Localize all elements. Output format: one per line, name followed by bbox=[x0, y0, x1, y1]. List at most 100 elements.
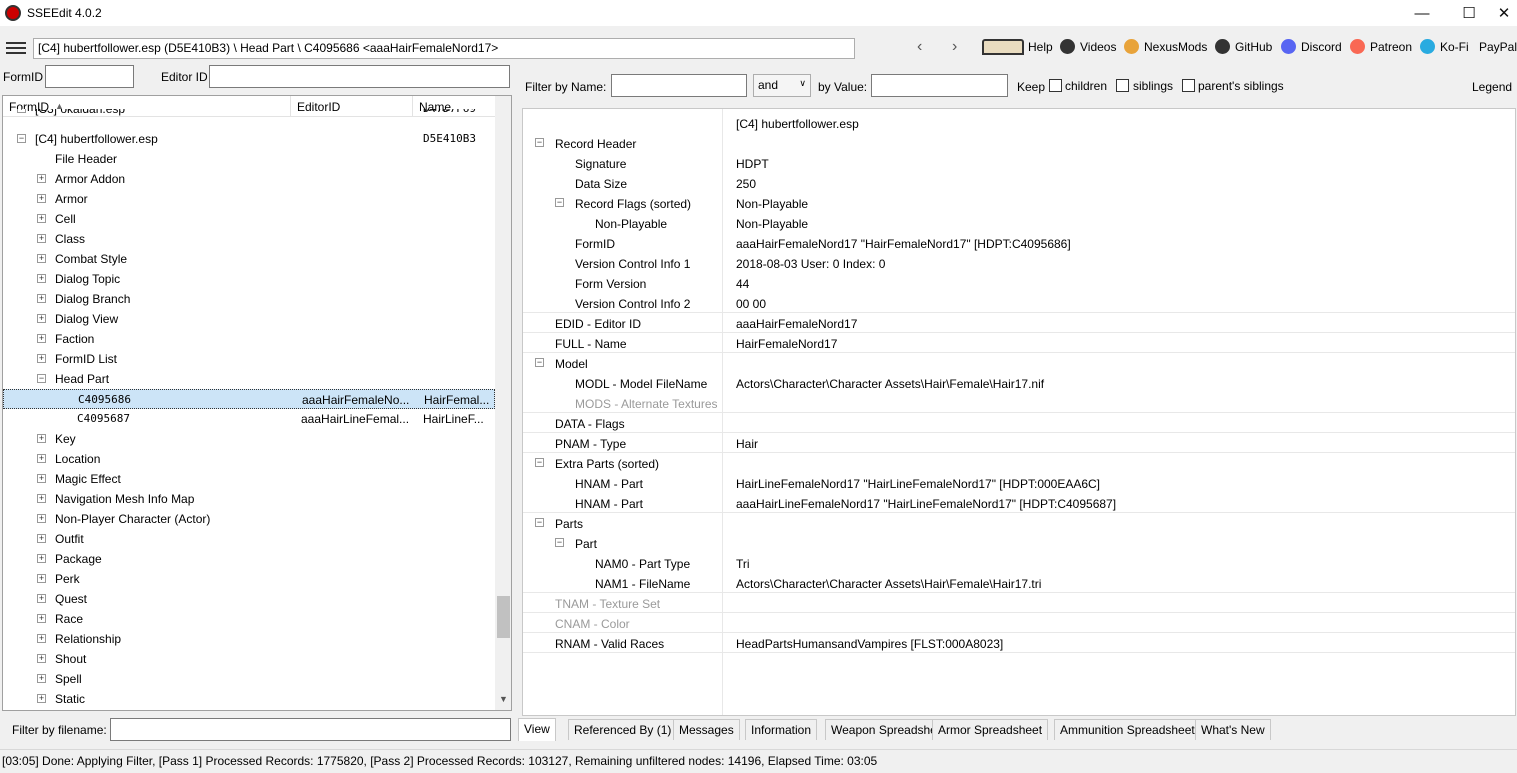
tree-row[interactable]: − Head Part bbox=[3, 369, 495, 389]
patreon-link[interactable]: Patreon bbox=[1350, 39, 1412, 54]
tree-row[interactable]: + Faction bbox=[3, 329, 495, 349]
tree-scrollbar[interactable]: ▼ bbox=[495, 96, 511, 710]
record-view[interactable]: [C4] hubertfollower.esp − Record Header Sig… bbox=[522, 108, 1516, 716]
tab-what-s-new[interactable]: What's New bbox=[1195, 719, 1271, 740]
tree-row[interactable]: + [C3] okaldan.esp D47D7F69 bbox=[3, 109, 495, 119]
filter-name-input[interactable] bbox=[611, 74, 747, 97]
legend-button[interactable]: Legend bbox=[1472, 80, 1512, 94]
tree-row[interactable]: + Relationship bbox=[3, 629, 495, 649]
tree-row[interactable]: + Perk bbox=[3, 569, 495, 589]
tree-row[interactable]: + Location bbox=[3, 449, 495, 469]
minimize-button[interactable]: — bbox=[1399, 0, 1445, 26]
collapse-icon[interactable]: − bbox=[535, 518, 544, 527]
view-row[interactable]: MODS - Alternate Textures bbox=[523, 393, 1515, 413]
record-tree[interactable]: FormID ▲ EditorID Name +[C3] okaldan.esp… bbox=[2, 95, 512, 711]
tree-row[interactable]: + Race bbox=[3, 609, 495, 629]
tree-row[interactable]: + Combat Style bbox=[3, 249, 495, 269]
tab-messages[interactable]: Messages bbox=[673, 719, 740, 740]
view-row[interactable]: − Record Header bbox=[523, 133, 1515, 153]
view-row[interactable]: Data Size 250 bbox=[523, 173, 1515, 193]
filter-operator-select[interactable]: and ∨ bbox=[753, 74, 811, 97]
back-arrow-icon[interactable]: ‹ bbox=[917, 38, 922, 56]
expand-icon[interactable]: + bbox=[37, 574, 46, 583]
tree-row[interactable]: + Outfit bbox=[3, 529, 495, 549]
tab-information[interactable]: Information bbox=[745, 719, 818, 740]
help-link[interactable]: Help bbox=[982, 39, 1053, 55]
expand-icon[interactable]: + bbox=[37, 494, 46, 503]
tree-row[interactable]: + Dialog Branch bbox=[3, 289, 495, 309]
expand-icon[interactable]: + bbox=[37, 614, 46, 623]
tree-row[interactable]: File Header bbox=[3, 149, 495, 169]
view-row[interactable]: FormID aaaHairFemaleNord17 "HairFemaleNor… bbox=[523, 233, 1515, 253]
view-row[interactable]: HNAM - Part HairLineFemaleNord17 "HairLin… bbox=[523, 473, 1515, 493]
scroll-down-icon[interactable]: ▼ bbox=[499, 694, 508, 704]
collapse-icon[interactable]: − bbox=[555, 538, 564, 547]
view-row[interactable]: − Extra Parts (sorted) bbox=[523, 453, 1515, 473]
view-row[interactable]: DATA - Flags bbox=[523, 413, 1515, 433]
tree-row[interactable]: + FormID List bbox=[3, 349, 495, 369]
collapse-icon[interactable]: − bbox=[37, 374, 46, 383]
forward-arrow-icon[interactable]: › bbox=[952, 38, 957, 56]
expand-icon[interactable]: + bbox=[37, 654, 46, 663]
expand-icon[interactable]: + bbox=[37, 314, 46, 323]
github-link[interactable]: GitHub bbox=[1215, 39, 1272, 54]
tree-scrollbar-thumb[interactable] bbox=[497, 596, 510, 638]
expand-icon[interactable]: + bbox=[37, 434, 46, 443]
videos-link[interactable]: Videos bbox=[1060, 39, 1116, 54]
view-row[interactable]: CNAM - Color bbox=[523, 613, 1515, 633]
view-row[interactable]: RNAM - Valid Races HeadPartsHumansandVamp… bbox=[523, 633, 1515, 653]
collapse-icon[interactable]: − bbox=[535, 138, 544, 147]
view-row[interactable]: [C4] hubertfollower.esp bbox=[523, 113, 1515, 133]
expand-icon[interactable]: + bbox=[37, 234, 46, 243]
view-row[interactable]: Version Control Info 2 00 00 bbox=[523, 293, 1515, 313]
view-row[interactable]: Signature HDPT bbox=[523, 153, 1515, 173]
expand-icon[interactable]: + bbox=[37, 194, 46, 203]
tree-row[interactable]: + Static bbox=[3, 689, 495, 709]
collapse-icon[interactable]: − bbox=[535, 358, 544, 367]
tree-row[interactable]: + Armor Addon bbox=[3, 169, 495, 189]
view-row[interactable]: − Record Flags (sorted) Non-Playable bbox=[523, 193, 1515, 213]
expand-icon[interactable]: + bbox=[37, 634, 46, 643]
view-row[interactable]: NAM1 - FileName Actors\Character\Characte… bbox=[523, 573, 1515, 593]
expand-icon[interactable]: + bbox=[37, 694, 46, 703]
editorid-input[interactable] bbox=[209, 65, 510, 88]
tab-referenced-by-1[interactable]: Referenced By (1) bbox=[568, 719, 678, 740]
nexusmods-link[interactable]: NexusMods bbox=[1124, 39, 1207, 54]
view-row[interactable]: − Model bbox=[523, 353, 1515, 373]
expand-icon[interactable]: + bbox=[37, 674, 46, 683]
panel-splitter[interactable] bbox=[514, 64, 518, 746]
expand-icon[interactable]: + bbox=[37, 274, 46, 283]
expand-icon[interactable]: + bbox=[37, 514, 46, 523]
expand-icon[interactable]: + bbox=[37, 174, 46, 183]
formid-input[interactable] bbox=[45, 65, 134, 88]
view-row[interactable]: − Part bbox=[523, 533, 1515, 553]
expand-icon[interactable]: + bbox=[37, 354, 46, 363]
expand-icon[interactable]: + bbox=[17, 109, 26, 113]
tree-row[interactable]: + Spell bbox=[3, 669, 495, 689]
menu-icon[interactable] bbox=[6, 42, 26, 54]
tree-row[interactable]: − [C4] hubertfollower.esp D5E410B3 bbox=[3, 129, 495, 149]
view-row[interactable]: Non-Playable Non-Playable bbox=[523, 213, 1515, 233]
tree-row[interactable]: + Shout bbox=[3, 649, 495, 669]
tree-row[interactable]: + Cell bbox=[3, 209, 495, 229]
expand-icon[interactable]: + bbox=[37, 214, 46, 223]
view-row[interactable]: Version Control Info 1 2018-08-03 User: 0… bbox=[523, 253, 1515, 273]
collapse-icon[interactable]: − bbox=[17, 134, 26, 143]
tree-row[interactable]: + Dialog View bbox=[3, 309, 495, 329]
tab-ammunition-spreadsheet[interactable]: Ammunition Spreadsheet bbox=[1054, 719, 1201, 740]
maximize-button[interactable]: ☐ bbox=[1446, 0, 1492, 26]
tree-row[interactable]: + Package bbox=[3, 549, 495, 569]
close-button[interactable]: ✕ bbox=[1491, 0, 1517, 26]
tree-row[interactable]: C4095687 aaaHairLineFemal... HairLineF... bbox=[3, 409, 495, 429]
view-row[interactable]: Form Version 44 bbox=[523, 273, 1515, 293]
collapse-icon[interactable]: − bbox=[535, 458, 544, 467]
tree-row[interactable]: + Key bbox=[3, 429, 495, 449]
view-row[interactable]: − Parts bbox=[523, 513, 1515, 533]
tab-view[interactable]: View bbox=[518, 718, 556, 741]
tree-row[interactable]: + Non-Player Character (Actor) bbox=[3, 509, 495, 529]
paypal-link[interactable]: PayPal bbox=[1474, 39, 1517, 54]
parent-siblings-checkbox[interactable] bbox=[1182, 79, 1195, 92]
view-row[interactable]: NAM0 - Part Type Tri bbox=[523, 553, 1515, 573]
view-row[interactable]: MODL - Model FileName Actors\Character\Ch… bbox=[523, 373, 1515, 393]
tree-row[interactable]: C4095686 aaaHairFemaleNo... HairFemal... bbox=[3, 389, 495, 409]
